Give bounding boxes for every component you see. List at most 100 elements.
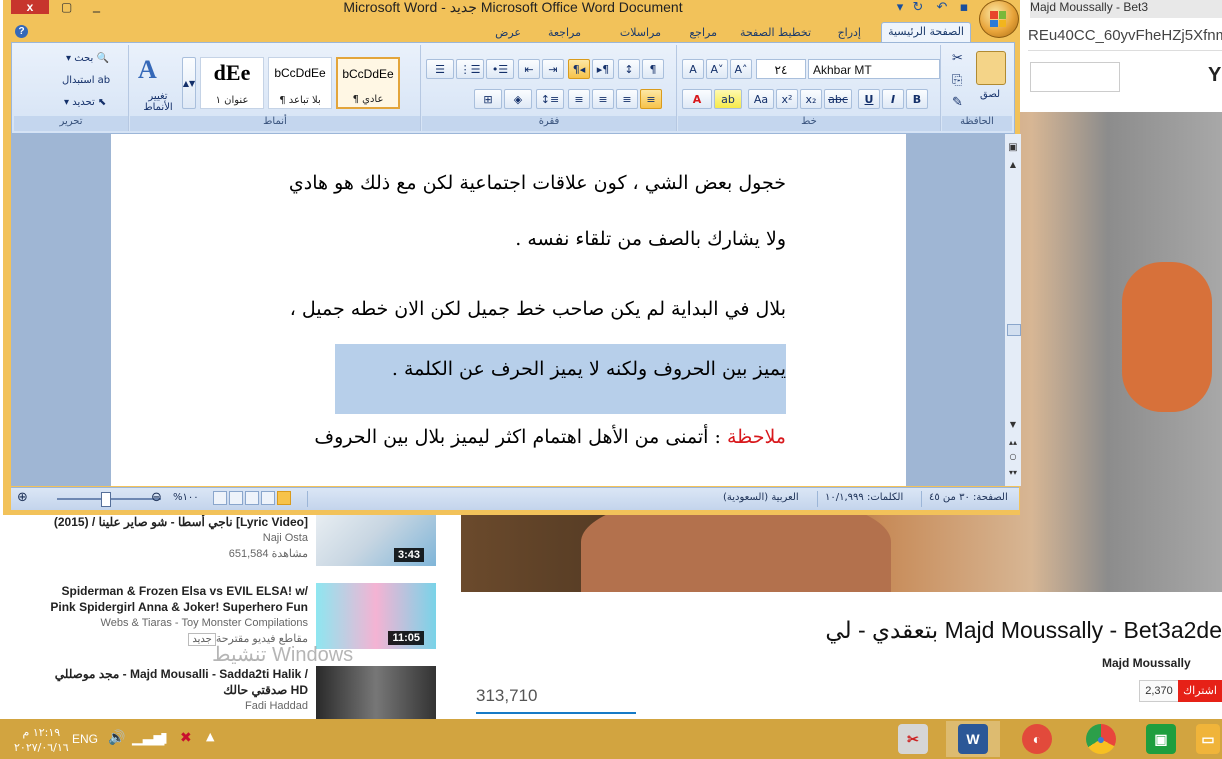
underline-icon[interactable]: U [858,89,880,109]
related-title[interactable]: ناجي أسطا - شو صاير علينا / (2015) [Lyri… [38,514,308,530]
word-taskbar-button[interactable]: W [946,721,1000,757]
style-heading1[interactable]: dEe عنوان ١ [200,57,264,109]
line-spacing-icon[interactable]: ↕≡ [536,89,564,109]
tab-view[interactable]: عرض [489,24,527,42]
document-note-line[interactable]: ملاحظة : أتمنى من الأهل اهتمام اكثر ليمي… [314,426,786,448]
copy-icon[interactable]: ⎘ [952,73,962,88]
document-line[interactable]: ولا يشارك بالصف من تلقاء نفسه . [515,228,786,250]
sort-icon[interactable]: ↕ [618,59,640,79]
tab-mailings[interactable]: مراسلات [614,24,667,42]
justify-icon[interactable]: ≡ [568,89,590,109]
styles-scroll-icon[interactable]: ▲▼ [182,57,196,109]
save-icon[interactable]: ▪ [955,0,973,16]
store-taskbar-button[interactable]: ▣ [1134,721,1188,757]
decrease-indent-icon[interactable]: ⇤ [518,59,540,79]
strikethrough-icon[interactable]: abc [824,89,852,109]
language-indicator[interactable]: العربية (السعودية) [723,492,799,503]
draft-view-icon[interactable] [213,491,227,505]
highlight-icon[interactable]: ab [714,89,742,109]
paste-label[interactable]: لصق [980,89,1000,100]
flag-icon[interactable]: ✖ [180,730,192,746]
redo-icon[interactable]: ↻ [909,0,927,16]
media-taskbar-button[interactable]: ◐ [1010,721,1064,757]
word-count[interactable]: الكلمات: ١٠/١,٩٩٩ [825,492,903,503]
volume-icon[interactable]: 🔊 [108,730,125,746]
tab-page-layout[interactable]: تخطيط الصفحة [734,24,817,42]
select-button[interactable]: ▾ تحديد ⬉ [64,97,106,108]
scroll-up-icon[interactable]: ▲ [1005,160,1021,169]
font-color-icon[interactable]: A [682,89,712,109]
numbering-icon[interactable]: ⋮☰ [456,59,484,79]
vertical-scrollbar[interactable]: ▣ ▲ ▼ ▴▴ ○ ▾▾ [1005,134,1021,486]
zoom-out-icon[interactable]: ⊖ [151,490,162,505]
show-marks-icon[interactable]: ¶ [642,59,664,79]
multilevel-list-icon[interactable]: ☰ [426,59,454,79]
youtube-logo[interactable]: Y [1208,64,1221,87]
align-center-icon[interactable]: ≡ [616,89,638,109]
system-clock[interactable]: ١٢:١٩ م ٢٠٢٧/٠٦/١٦ [14,725,69,755]
scroll-thumb[interactable] [1007,324,1021,336]
find-button[interactable]: ▾ بحث 🔍 [66,53,109,64]
undo-icon[interactable]: ↶ [933,0,951,16]
tab-review[interactable]: مراجعة [542,24,587,42]
zoom-level[interactable]: %١٠٠ [173,492,199,503]
zoom-slider-knob[interactable] [100,492,111,507]
tab-references[interactable]: مراجع [683,24,723,42]
page-indicator[interactable]: الصفحة: ٣٠ من ٤٥ [929,492,1008,503]
italic-icon[interactable]: I [882,89,904,109]
input-language[interactable]: ENG [72,732,98,746]
document-line[interactable]: بلال في البداية لم يكن صاحب خط جميل لكن … [290,298,786,320]
related-title[interactable]: مجد موصللي - Majd Mousalli - Sadda2ti Ha… [38,666,308,698]
minimize-icon[interactable]: _ [93,0,107,13]
shading-icon[interactable]: ◈ [504,89,532,109]
explorer-taskbar-button[interactable]: ▭ [1194,721,1222,757]
subscribe-button[interactable]: اشتراك [1178,680,1222,702]
ltr-direction-icon[interactable]: ▸¶ [592,59,614,79]
font-name-select[interactable]: Akhbar MT [808,59,940,79]
change-case-icon[interactable]: Aa [748,89,774,109]
document-page[interactable]: خجول بعض الشي ، كون علاقات اجتماعية لكن … [111,134,906,486]
align-right-icon[interactable]: ≡ [640,89,662,109]
shrink-font-icon[interactable]: A˅ [706,59,728,79]
bullets-icon[interactable]: •☰ [486,59,514,79]
paint-taskbar-button[interactable]: ✂ [886,721,940,757]
related-thumbnail[interactable]: 11:05 [316,583,436,649]
print-layout-icon[interactable] [277,491,291,505]
rtl-direction-icon[interactable]: ¶◂ [568,59,590,79]
ruler-toggle-icon[interactable]: ▣ [1005,142,1021,153]
full-screen-reading-icon[interactable] [261,491,275,505]
format-painter-icon[interactable]: ✎ [952,95,963,110]
next-page-icon[interactable]: ▾▾ [1005,468,1021,477]
close-button[interactable]: x [11,0,49,14]
maximize-icon[interactable]: ▢ [61,0,75,14]
zoom-in-icon[interactable]: ⊕ [17,490,28,505]
style-no-spacing[interactable]: bCcDdEe ¶ بلا تباعد [268,57,332,109]
document-line[interactable]: خجول بعض الشي ، كون علاقات اجتماعية لكن … [289,172,786,194]
web-layout-icon[interactable] [245,491,259,505]
style-normal[interactable]: bCcDdEe ¶ عادي [336,57,400,109]
tab-home[interactable]: الصفحة الرئيسية [881,22,971,44]
subscript-icon[interactable]: x₂ [800,89,822,109]
font-size-select[interactable]: ٢٤ [756,59,806,79]
battery-icon[interactable]: ▮ [160,730,168,746]
title-bar[interactable]: x ▢ _ Microsoft Word - جديد Microsoft Of… [3,0,1020,18]
address-bar[interactable]: REu40CC_60yvFheHZj5Xfnm [1028,22,1222,51]
qat-customize-icon[interactable]: ▾ [891,0,909,16]
increase-indent-icon[interactable]: ⇥ [542,59,564,79]
tray-expand-icon[interactable]: ▲ [206,730,214,743]
superscript-icon[interactable]: x² [776,89,798,109]
browser-tab[interactable]: Majd Moussally - Bet3 [1030,0,1222,18]
chrome-taskbar-button[interactable]: ● [1074,721,1128,757]
change-styles-label[interactable]: تغيير الأنماط [136,91,180,113]
borders-icon[interactable]: ⊞ [474,89,502,109]
document-line-selected[interactable]: يميز بين الحروف ولكنه لا يميز الحرف عن ا… [392,358,786,380]
clear-formatting-icon[interactable]: A [682,59,704,79]
related-title[interactable]: Spiderman & Frozen Elsa vs EVIL ELSA! w/… [38,583,308,615]
channel-name[interactable]: Majd Moussally [1102,656,1191,670]
scroll-down-icon[interactable]: ▼ [1005,420,1021,429]
paste-icon[interactable] [976,51,1006,85]
replace-button[interactable]: استبدال ab [62,75,110,86]
browse-object-icon[interactable]: ○ [1005,452,1021,461]
grow-font-icon[interactable]: A˄ [730,59,752,79]
change-styles-icon[interactable]: A [138,55,157,85]
